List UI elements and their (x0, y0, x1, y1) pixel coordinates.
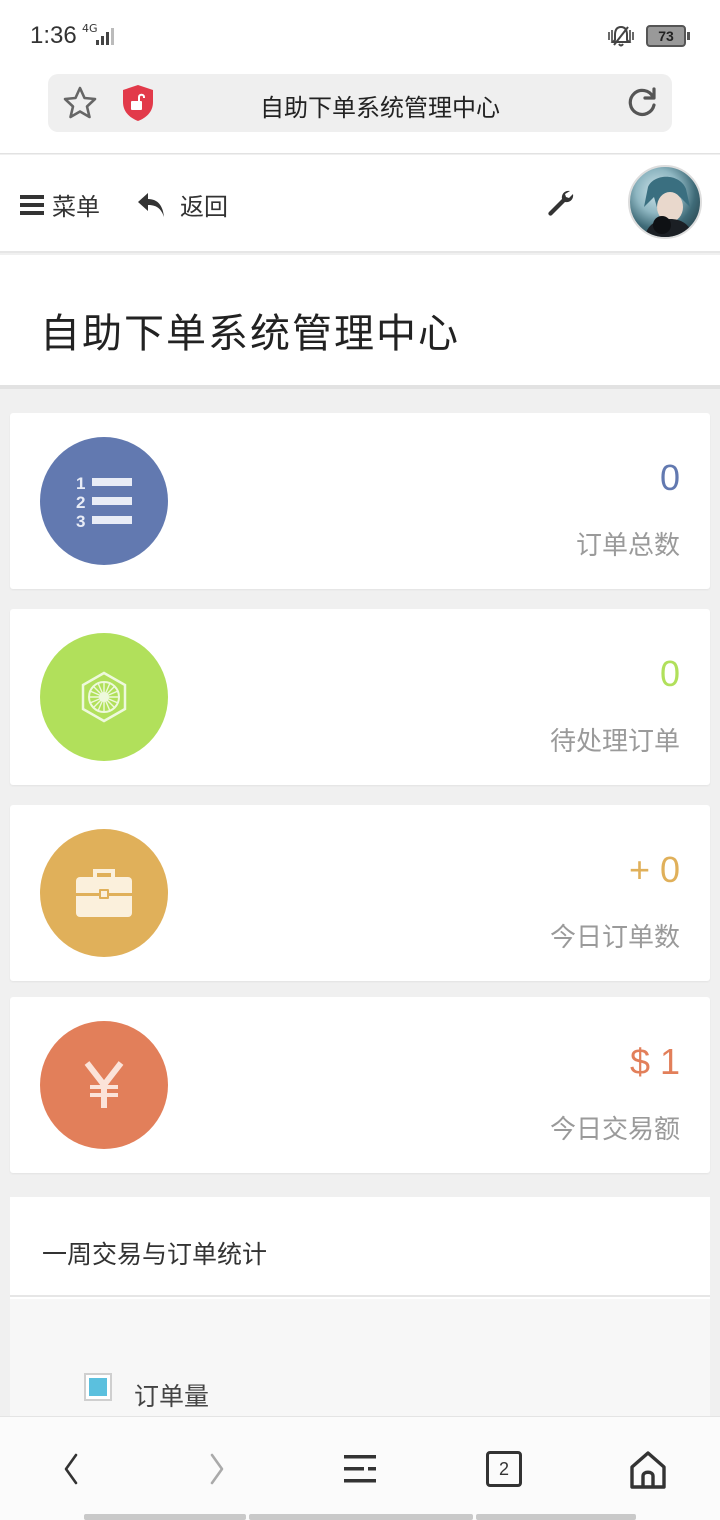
status-right: 73 (606, 24, 690, 48)
weekly-stats-panel: 一周交易与订单统计 订单量 (10, 1197, 710, 1439)
legend-swatch-fill (89, 1378, 107, 1396)
refresh-icon[interactable] (624, 85, 660, 121)
gesture-bar (84, 1514, 636, 1520)
status-time: 1:36 (30, 22, 77, 49)
wrench-icon[interactable] (546, 189, 576, 219)
stat-label: 待处理订单 (549, 727, 680, 757)
back-nav-icon[interactable] (50, 1447, 94, 1491)
reply-arrow-icon (138, 192, 164, 217)
forward-nav-icon[interactable] (194, 1447, 238, 1491)
app-header: 菜单 返回 (0, 155, 720, 253)
weekly-stats-header: 一周交易与订单统计 (10, 1197, 710, 1297)
stat-value: 0 (659, 653, 680, 694)
yen-icon (84, 1061, 124, 1108)
legend-swatch[interactable] (84, 1373, 112, 1401)
security-shield-icon[interactable] (122, 84, 154, 122)
page-url-title[interactable]: 自助下单系统管理中心 (188, 88, 572, 123)
tabs-nav-button[interactable]: 2 (482, 1447, 526, 1491)
home-nav-icon[interactable] (626, 1447, 670, 1491)
browser-bottom-nav: 2 (0, 1416, 720, 1520)
stat-card-total-orders[interactable]: 1 2 3 0 订单总数 (10, 413, 710, 589)
stat-card-today-orders[interactable]: + 0 今日订单数 (10, 805, 710, 981)
back-button[interactable]: 返回 (136, 187, 228, 222)
stat-card-today-revenue[interactable]: $ 1 今日交易额 (10, 997, 710, 1173)
stat-label: 今日订单数 (549, 923, 680, 953)
page-title: 自助下单系统管理中心 (40, 311, 460, 357)
battery-indicator: 73 (646, 25, 686, 47)
avatar[interactable] (628, 165, 702, 239)
status-bar: 1:36 4G 73 (0, 0, 720, 70)
stat-icon-circle (40, 829, 168, 957)
briefcase-icon (76, 869, 132, 917)
hexagon-sun-icon (81, 671, 127, 723)
vibrate-bell-icon (608, 25, 634, 47)
stat-value: + 0 (628, 849, 680, 890)
avatar-image (644, 176, 694, 237)
bookmark-star-icon[interactable] (62, 85, 98, 121)
stat-icon-circle (40, 633, 168, 761)
title-panel: 自助下单系统管理中心 (0, 255, 720, 389)
browser-toolbar: 自助下单系统管理中心 (0, 70, 720, 154)
stat-card-pending-orders[interactable]: 0 待处理订单 (10, 609, 710, 785)
menu-nav-icon[interactable] (338, 1447, 382, 1491)
svg-text:1: 1 (76, 474, 85, 493)
stat-value: 0 (659, 457, 680, 498)
menu-button[interactable]: 菜单 (20, 187, 100, 222)
legend-label[interactable]: 订单量 (134, 1377, 209, 1413)
stat-label: 今日交易额 (549, 1115, 680, 1145)
stat-label: 订单总数 (575, 531, 680, 561)
numbered-list-icon: 1 2 3 (76, 474, 132, 530)
stat-icon-circle: 1 2 3 (40, 437, 168, 565)
tab-count: 2 (486, 1451, 522, 1487)
weekly-stats-title: 一周交易与订单统计 (42, 1240, 268, 1269)
signal-icon (96, 27, 114, 45)
stat-value: $ 1 (629, 1041, 680, 1082)
address-bar[interactable]: 自助下单系统管理中心 (48, 74, 672, 132)
battery-tip (687, 32, 690, 40)
back-label: 返回 (180, 193, 228, 221)
menu-label: 菜单 (52, 193, 100, 221)
hamburger-icon (20, 194, 44, 215)
svg-text:2: 2 (76, 493, 85, 512)
svg-text:3: 3 (76, 512, 85, 530)
stat-icon-circle (40, 1021, 168, 1149)
